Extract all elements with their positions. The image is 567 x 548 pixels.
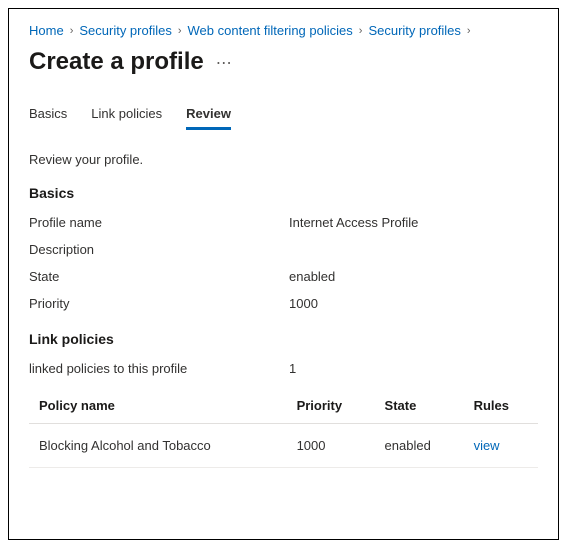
state-value: enabled [289, 269, 538, 284]
section-title-basics: Basics [29, 185, 538, 201]
table-row: Blocking Alcohol and Tobacco 1000 enable… [29, 424, 538, 468]
priority-value: 1000 [289, 296, 538, 311]
chevron-right-icon: › [359, 25, 363, 37]
cell-policy-name: Blocking Alcohol and Tobacco [29, 424, 287, 468]
breadcrumb-security-profiles-2[interactable]: Security profiles [368, 23, 460, 38]
tab-basics[interactable]: Basics [29, 106, 67, 130]
more-icon[interactable]: ⋯ [216, 56, 232, 72]
tab-review[interactable]: Review [186, 106, 231, 130]
cell-state: enabled [375, 424, 464, 468]
state-label: State [29, 269, 289, 284]
col-state: State [375, 390, 464, 424]
description-label: Description [29, 242, 289, 257]
breadcrumb-home[interactable]: Home [29, 23, 64, 38]
col-priority: Priority [287, 390, 375, 424]
policies-table: Policy name Priority State Rules Blockin… [29, 390, 538, 468]
profile-name-value: Internet Access Profile [289, 215, 538, 230]
section-title-link-policies: Link policies [29, 331, 538, 347]
description-value [289, 242, 538, 257]
col-rules: Rules [464, 390, 538, 424]
col-policy-name: Policy name [29, 390, 287, 424]
chevron-right-icon: › [467, 25, 471, 37]
cell-rules-view-link[interactable]: view [464, 424, 538, 468]
table-header-row: Policy name Priority State Rules [29, 390, 538, 424]
linked-policies-count: 1 [289, 361, 538, 376]
breadcrumb-web-content-filtering[interactable]: Web content filtering policies [188, 23, 353, 38]
profile-name-label: Profile name [29, 215, 289, 230]
chevron-right-icon: › [178, 25, 182, 37]
breadcrumb-security-profiles[interactable]: Security profiles [79, 23, 171, 38]
chevron-right-icon: › [70, 25, 74, 37]
tabs: Basics Link policies Review [29, 106, 538, 130]
page-title: Create a profile [29, 48, 204, 76]
cell-priority: 1000 [287, 424, 375, 468]
tab-link-policies[interactable]: Link policies [91, 106, 162, 130]
breadcrumb: Home › Security profiles › Web content f… [29, 23, 538, 38]
linked-policies-label: linked policies to this profile [29, 361, 289, 376]
review-helper-text: Review your profile. [29, 152, 538, 167]
priority-label: Priority [29, 296, 289, 311]
